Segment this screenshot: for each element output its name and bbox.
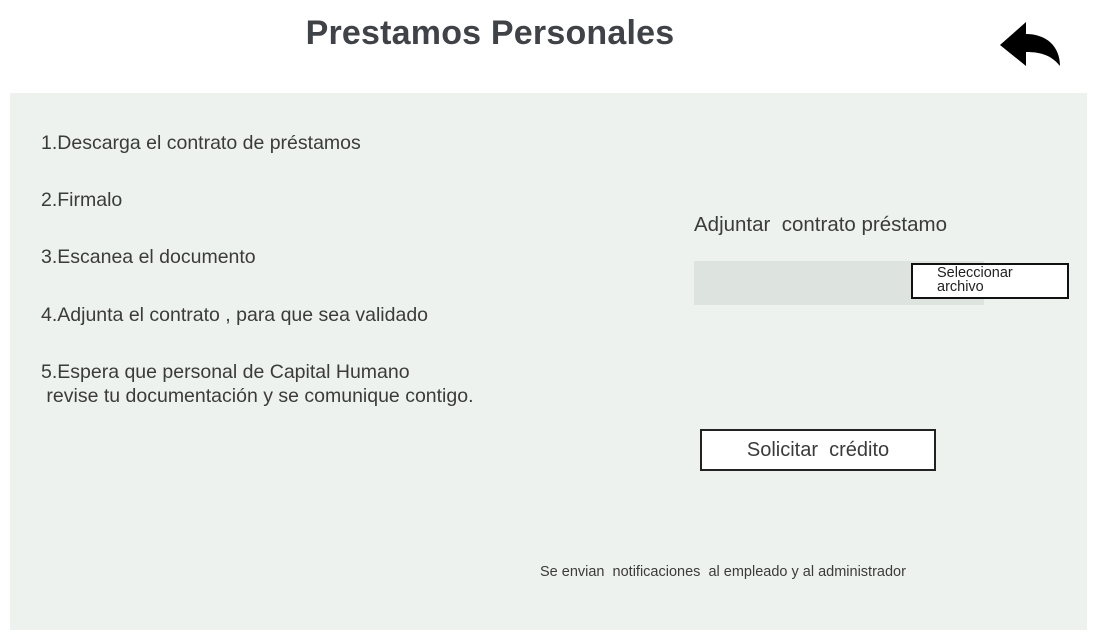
- back-button[interactable]: [998, 20, 1064, 70]
- step-wait: 5.Espera que personal de Capital Humano …: [41, 361, 474, 407]
- attach-contract-label: Adjuntar contrato préstamo: [694, 213, 947, 236]
- step-scan: 3.Escanea el documento: [41, 246, 256, 268]
- select-file-button[interactable]: Seleccionar archivo: [911, 263, 1069, 299]
- step-download: 1.Descarga el contrato de préstamos: [41, 132, 361, 154]
- reply-back-arrow-icon: [1000, 22, 1060, 66]
- step-attach: 4.Adjunta el contrato , para que sea val…: [41, 304, 429, 326]
- request-credit-button[interactable]: Solicitar crédito: [700, 429, 936, 471]
- step-sign: 2.Firmalo: [41, 189, 123, 211]
- notification-note: Se envian notificaciones al empleado y a…: [540, 564, 906, 580]
- page-title: Prestamos Personales: [305, 14, 675, 52]
- select-file-button-label: Seleccionar archivo: [937, 265, 1013, 295]
